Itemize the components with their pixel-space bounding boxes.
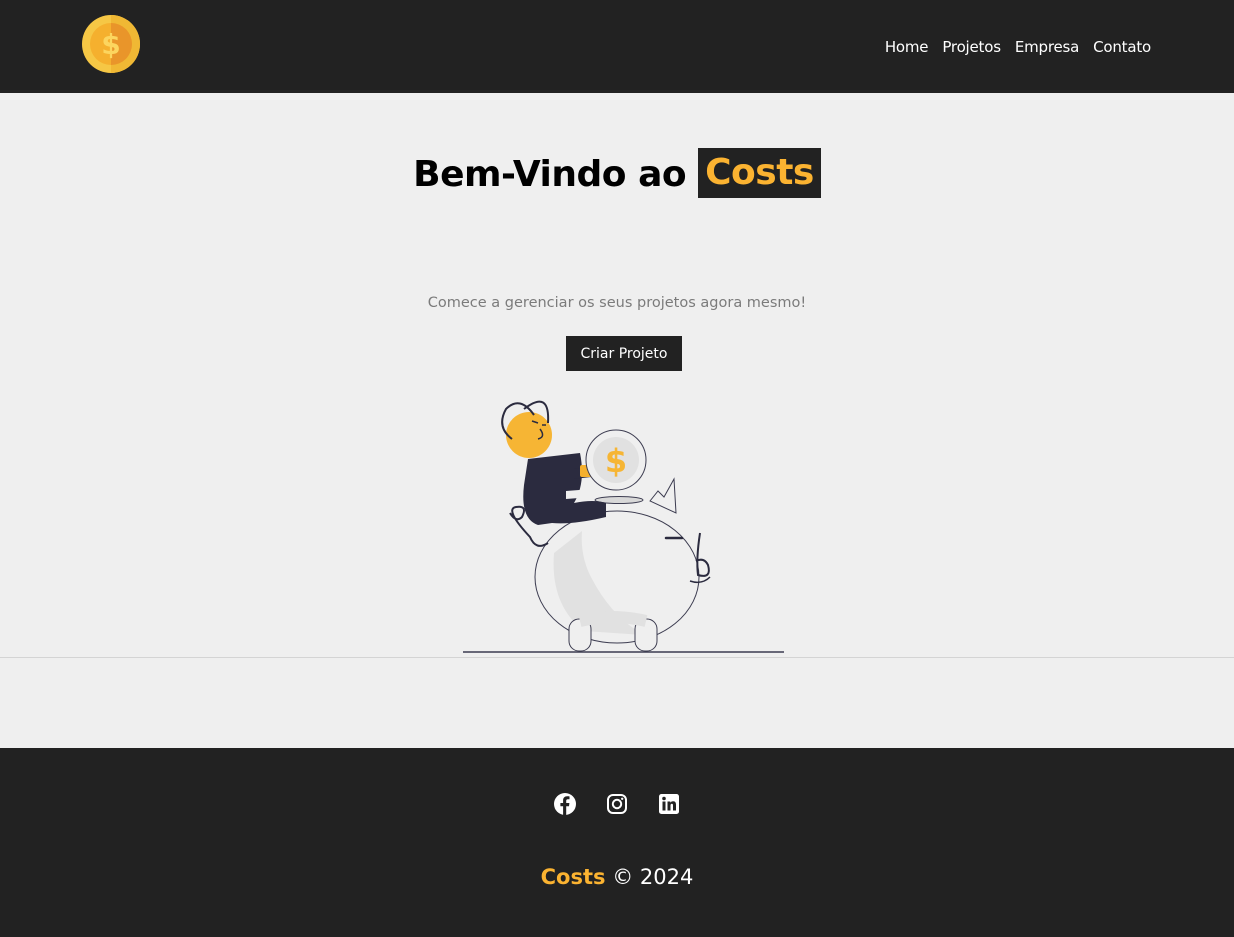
- hero-subtitle: Comece a gerenciar os seus projetos agor…: [427, 295, 807, 311]
- footer-brand: Costs: [540, 865, 606, 889]
- nav-menu: Home Projetos Empresa Contato: [871, 37, 1151, 56]
- title-brand: Costs: [698, 148, 821, 198]
- linkedin-icon[interactable]: [657, 792, 681, 816]
- copyright: Costs © 2024: [0, 865, 1234, 889]
- dollar-coin-icon[interactable]: $: [81, 14, 141, 74]
- footer: Costs © 2024: [0, 748, 1234, 937]
- nav-link-home[interactable]: Home: [885, 38, 929, 56]
- nav-link-projetos[interactable]: Projetos: [942, 38, 1001, 56]
- piggy-bank-illustration: $: [463, 400, 784, 653]
- nav-link-empresa[interactable]: Empresa: [1015, 38, 1079, 56]
- social-links: [0, 792, 1234, 816]
- svg-text:$: $: [101, 28, 120, 61]
- title-prefix: Bem-Vindo ao: [413, 154, 687, 195]
- nav-link-contato[interactable]: Contato: [1093, 38, 1151, 56]
- coin-symbol: $: [605, 442, 627, 480]
- instagram-icon[interactable]: [605, 792, 629, 816]
- copyright-text: © 2024: [612, 865, 694, 889]
- facebook-icon[interactable]: [553, 792, 577, 816]
- home-section: Bem-Vindo ao Costs Comece a gerenciar os…: [0, 93, 1234, 748]
- create-project-button[interactable]: Criar Projeto: [566, 336, 682, 371]
- page-title: Bem-Vindo ao Costs: [0, 148, 1234, 201]
- navbar: $ Home Projetos Empresa Contato: [0, 0, 1234, 93]
- section-divider: [0, 657, 1234, 658]
